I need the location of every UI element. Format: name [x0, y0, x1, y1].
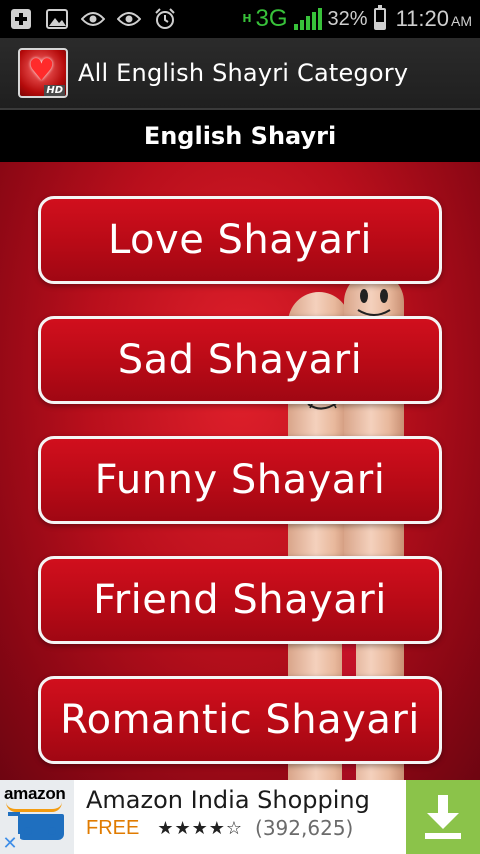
ad-download-button[interactable]	[406, 780, 480, 854]
download-icon	[423, 795, 463, 839]
battery-percent: 32%	[327, 7, 368, 30]
section-title: English Shayri	[143, 122, 337, 150]
love-shayari-button[interactable]: Love Shayari	[38, 196, 442, 284]
ad-text[interactable]: Amazon India Shopping FREE ★★★★☆ (392,62…	[74, 780, 406, 854]
friend-shayari-button[interactable]: Friend Shayari	[38, 556, 442, 644]
network-type: 3G	[255, 5, 288, 32]
alarm-icon	[152, 8, 178, 30]
cart-icon	[8, 812, 64, 840]
battery-level	[375, 22, 384, 28]
funny-shayari-button[interactable]: Funny Shayari	[38, 436, 442, 524]
eye-icon	[80, 8, 106, 30]
ad-banner[interactable]: amazon ✕ Amazon India Shopping FREE ★★★★…	[0, 780, 480, 854]
clock-time: 11:20	[395, 6, 449, 31]
category-list: Love Shayari Sad Shayari Funny Shayari F…	[0, 162, 480, 780]
heart-icon: ♥	[28, 53, 55, 88]
ad-meta: FREE ★★★★☆ (392,625)	[86, 816, 406, 840]
amazon-logo-text: amazon	[4, 784, 66, 803]
romantic-shayari-button[interactable]: Romantic Shayari	[38, 676, 442, 764]
clock-ampm: AM	[451, 13, 472, 29]
battery-icon	[373, 5, 386, 30]
network-type-small: H	[242, 12, 252, 25]
ad-review-count: (392,625)	[255, 816, 354, 840]
image-icon	[44, 8, 70, 30]
add-notification-icon	[8, 8, 34, 30]
section-header: English Shayri	[0, 110, 480, 162]
ad-rating-stars: ★★★★☆	[157, 817, 244, 839]
hd-badge: HD	[44, 85, 65, 96]
status-bar: H 3G 32% 11:20 AM	[0, 0, 480, 38]
sad-shayari-button[interactable]: Sad Shayari	[38, 316, 442, 404]
notification-icons	[8, 8, 178, 30]
system-indicators: H 3G 32% 11:20 AM	[242, 5, 472, 33]
clock: 11:20 AM	[396, 6, 472, 32]
eye-icon	[116, 8, 142, 30]
ad-price: FREE	[86, 816, 140, 839]
app-icon[interactable]: ♥ HD	[18, 48, 68, 98]
ad-title: Amazon India Shopping	[86, 786, 370, 814]
action-bar: ♥ HD All English Shayri Category	[0, 38, 480, 110]
ad-close-icon[interactable]: ✕	[0, 834, 20, 854]
amazon-logo[interactable]: amazon ✕	[0, 780, 74, 854]
amazon-smile-icon	[6, 802, 62, 812]
app-title: All English Shayri Category	[78, 59, 409, 87]
signal-icon	[293, 8, 322, 30]
